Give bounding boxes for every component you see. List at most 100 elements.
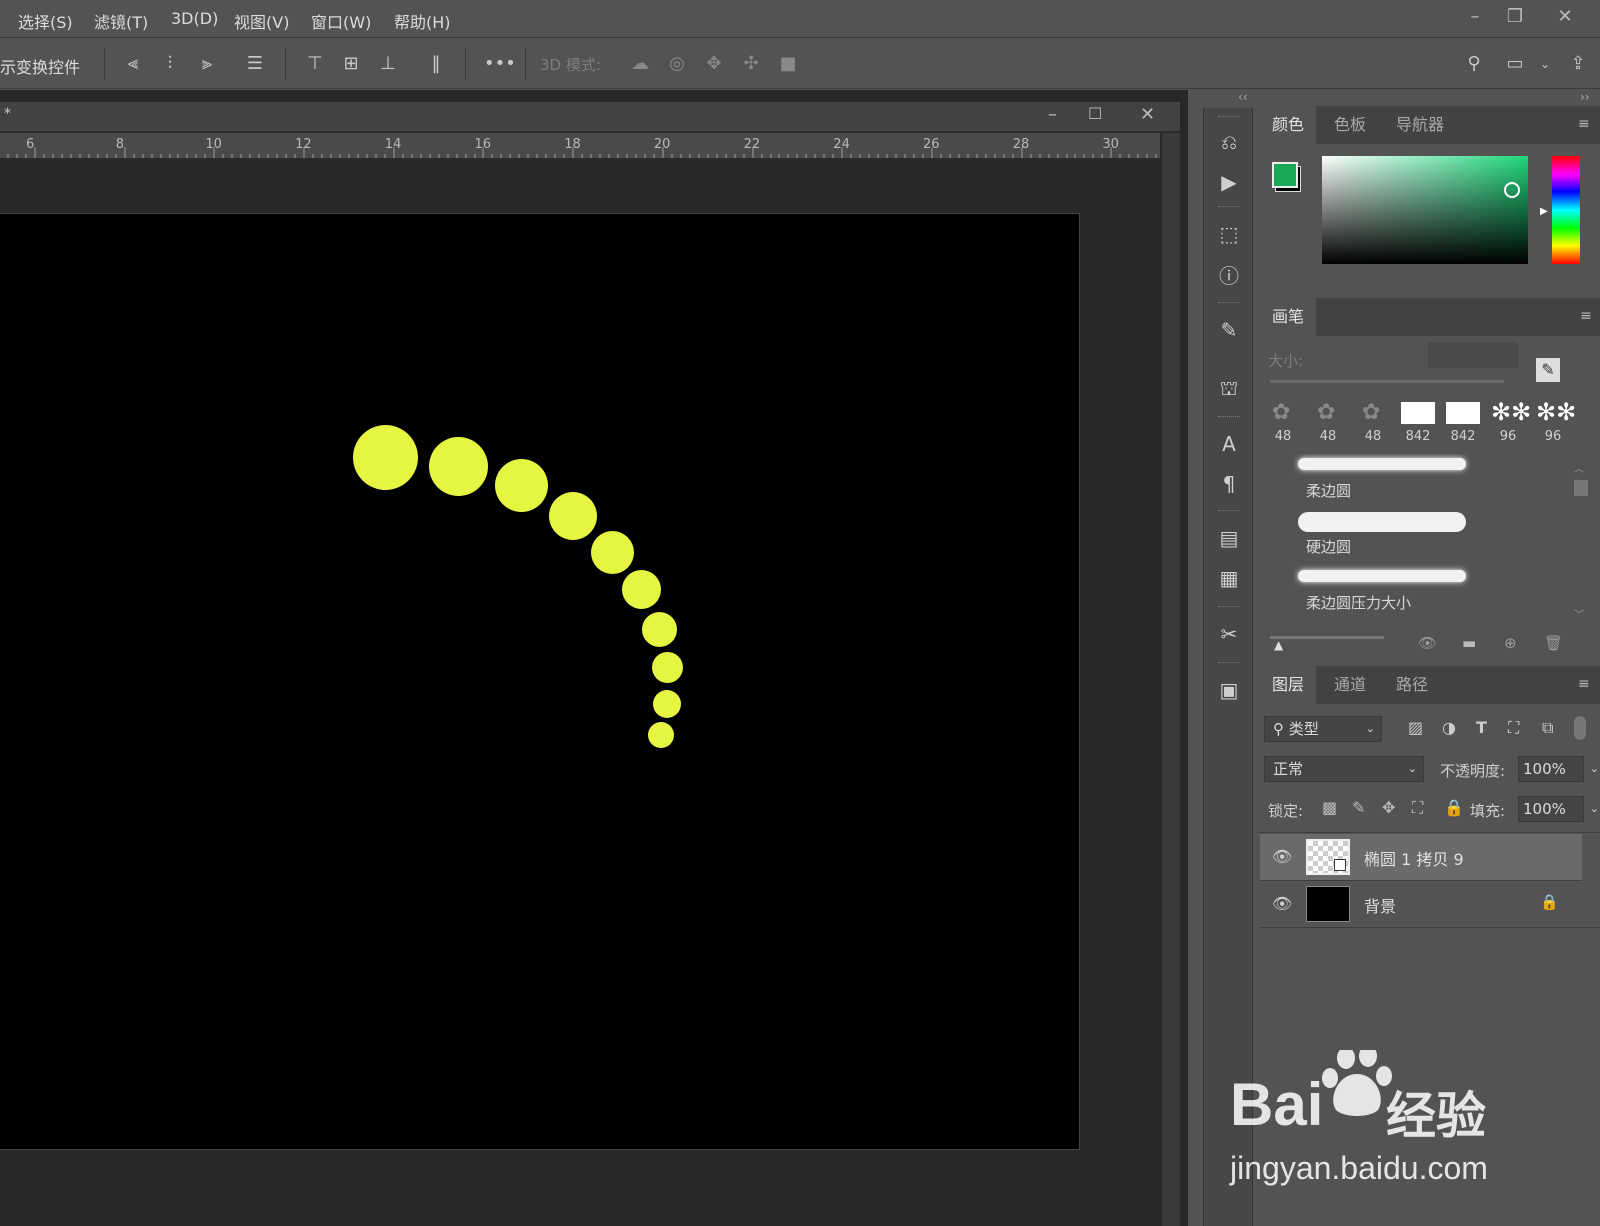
visibility-eye-icon[interactable]: 👁 xyxy=(1272,894,1292,913)
canvas[interactable] xyxy=(0,213,1080,1150)
color-picker-handle[interactable] xyxy=(1504,182,1520,198)
menu-select[interactable]: 选择(S) xyxy=(18,9,73,33)
chevron-down-icon[interactable]: ⌄ xyxy=(1533,52,1557,76)
brush-size-slider[interactable] xyxy=(1270,380,1504,383)
panel-menu-icon[interactable]: ≡ xyxy=(1578,116,1594,132)
doc-maximize-icon[interactable]: ☐ xyxy=(1088,104,1102,123)
workspace-icon[interactable]: ▭ xyxy=(1503,52,1527,76)
history-icon[interactable]: ⎌ xyxy=(1217,130,1241,154)
panel-menu-icon[interactable]: ≡ xyxy=(1580,308,1596,324)
tab-color[interactable]: 颜色 xyxy=(1260,106,1317,144)
collapse-left-icon[interactable]: ‹‹ xyxy=(1238,90,1248,104)
hue-slider-handle-icon[interactable]: ▶ xyxy=(1540,206,1548,217)
brush-preview-size-slider[interactable] xyxy=(1270,636,1384,639)
brush-item-hard-round[interactable]: 硬边圆 xyxy=(1306,536,1351,557)
align-vcenter-icon[interactable]: ⊞ xyxy=(339,52,363,76)
lock-all-icon[interactable]: 🔒 xyxy=(1444,798,1464,817)
lock-position-icon[interactable]: ✥ xyxy=(1382,798,1395,817)
restore-icon[interactable]: ❐ xyxy=(1500,4,1530,30)
layer-row-ellipse-copy-9[interactable]: 👁 椭圆 1 拷贝 9 xyxy=(1260,834,1582,880)
brush-preset[interactable]: 842 xyxy=(1397,398,1439,446)
toggle-preview-icon[interactable]: 👁 xyxy=(1418,634,1437,652)
align-bottom-icon[interactable]: ⊥ xyxy=(376,52,400,76)
create-brush-icon[interactable]: ✎ xyxy=(1536,358,1560,382)
document-tab[interactable]: * – ☐ ✕ xyxy=(0,102,1180,132)
lock-transparent-icon[interactable]: ▩ xyxy=(1322,798,1337,817)
menu-help[interactable]: 帮助(H) xyxy=(394,9,451,33)
tab-swatches[interactable]: 色板 xyxy=(1322,106,1378,144)
chevron-down-icon[interactable]: ⌄ xyxy=(1590,757,1599,781)
brush-size-field[interactable] xyxy=(1428,342,1518,368)
info-icon[interactable]: ⓘ xyxy=(1217,264,1241,288)
brush-preset[interactable]: 842 xyxy=(1442,398,1484,446)
3d-scale-icon[interactable]: ■ xyxy=(776,52,800,76)
filter-shape-icon[interactable]: ⛶ xyxy=(1508,718,1519,738)
properties-icon[interactable]: ▤ xyxy=(1217,526,1241,550)
libraries-icon[interactable]: ▣ xyxy=(1217,678,1241,702)
filter-smart-object-icon[interactable]: ⧉ xyxy=(1542,718,1553,738)
align-hcenter-icon[interactable]: ⫶ xyxy=(158,52,182,76)
brush-preset[interactable]: ✿ 48 xyxy=(1307,398,1349,446)
tool-presets-icon[interactable]: ✂ xyxy=(1217,622,1241,646)
more-options-icon[interactable]: ••• xyxy=(484,52,516,76)
3d-drag-icon[interactable]: ✥ xyxy=(702,52,726,76)
layer-name[interactable]: 椭圆 1 拷贝 9 xyxy=(1364,846,1464,870)
tab-paths[interactable]: 路径 xyxy=(1384,666,1440,704)
brush-preset[interactable]: ✻✻ 96 xyxy=(1487,398,1531,446)
3d-panel-icon[interactable]: ⬚ xyxy=(1217,222,1241,246)
brush-preset[interactable]: ✻✻ 96 xyxy=(1532,398,1576,446)
tab-navigator[interactable]: 导航器 xyxy=(1384,106,1456,144)
actions-play-icon[interactable]: ▶ xyxy=(1217,170,1241,194)
share-icon[interactable]: ⇪ xyxy=(1566,52,1590,76)
color-field[interactable] xyxy=(1322,156,1528,264)
menu-view[interactable]: 视图(V) xyxy=(234,9,289,33)
collapse-right-icon[interactable]: ›› xyxy=(1580,90,1590,104)
filter-type-icon[interactable]: T xyxy=(1476,718,1487,737)
character-icon[interactable]: A xyxy=(1217,432,1241,456)
notes-icon[interactable]: ▦ xyxy=(1217,566,1241,590)
hue-slider[interactable] xyxy=(1552,156,1580,264)
distribute-v-icon[interactable]: ‖ xyxy=(424,52,448,76)
visibility-eye-icon[interactable]: 👁 xyxy=(1272,847,1292,866)
panel-menu-icon[interactable]: ≡ xyxy=(1578,676,1594,692)
brush-preset[interactable]: ✿ 48 xyxy=(1262,398,1304,446)
doc-minimize-icon[interactable]: – xyxy=(1048,104,1057,125)
layer-name[interactable]: 背景 xyxy=(1364,893,1396,917)
new-group-icon[interactable]: ▬ xyxy=(1462,634,1476,652)
minimize-icon[interactable]: – xyxy=(1460,4,1490,30)
align-top-icon[interactable]: ⊤ xyxy=(303,52,327,76)
slider-handle-icon[interactable]: ▲ xyxy=(1274,638,1283,652)
clone-source-icon[interactable]: ⛫ xyxy=(1217,376,1241,400)
opacity-field[interactable]: 100% ⌄ xyxy=(1518,756,1599,782)
filter-adjustment-icon[interactable]: ◑ xyxy=(1442,718,1456,737)
layer-filter-select[interactable]: ⚲ 类型 ⌄ xyxy=(1264,716,1382,742)
fill-field[interactable]: 100% ⌄ xyxy=(1518,796,1599,822)
menu-window[interactable]: 窗口(W) xyxy=(311,9,371,33)
3d-rotate-icon[interactable]: ☁ xyxy=(628,52,652,76)
3d-roll-icon[interactable]: ◎ xyxy=(665,52,689,76)
blend-mode-select[interactable]: 正常 ⌄ xyxy=(1264,756,1424,782)
chevron-down-icon[interactable]: ⌄ xyxy=(1590,797,1599,821)
filter-toggle-icon[interactable] xyxy=(1574,716,1586,740)
lock-artboard-icon[interactable]: ⛶ xyxy=(1412,798,1423,818)
tab-brush[interactable]: 画笔 xyxy=(1260,298,1317,336)
distribute-h-icon[interactable]: ☰ xyxy=(243,52,267,76)
brush-preset[interactable]: ✿ 48 xyxy=(1352,398,1394,446)
vertical-scrollbar[interactable] xyxy=(1162,133,1180,1226)
3d-slide-icon[interactable]: ✣ xyxy=(739,52,763,76)
new-brush-icon[interactable]: ⊕ xyxy=(1504,634,1517,652)
align-left-icon[interactable]: ⫷ xyxy=(121,52,145,76)
show-transform-controls-label[interactable]: 示变换控件 xyxy=(0,54,80,78)
brush-settings-icon[interactable]: ✎ xyxy=(1217,318,1241,342)
brush-list-scrollbar[interactable]: ︿ ﹀ xyxy=(1574,460,1588,621)
filter-pixel-icon[interactable]: ▨ xyxy=(1408,718,1423,737)
lock-image-icon[interactable]: ✎ xyxy=(1352,798,1365,817)
trash-icon[interactable]: 🗑 xyxy=(1544,634,1563,652)
doc-close-icon[interactable]: ✕ xyxy=(1140,104,1155,125)
menu-filter[interactable]: 滤镜(T) xyxy=(94,9,148,33)
menu-3d[interactable]: 3D(D) xyxy=(171,9,218,28)
paragraph-icon[interactable]: ¶ xyxy=(1217,472,1241,496)
tab-layers[interactable]: 图层 xyxy=(1260,666,1317,704)
align-right-icon[interactable]: ⫸ xyxy=(195,52,219,76)
tab-channels[interactable]: 通道 xyxy=(1322,666,1378,704)
